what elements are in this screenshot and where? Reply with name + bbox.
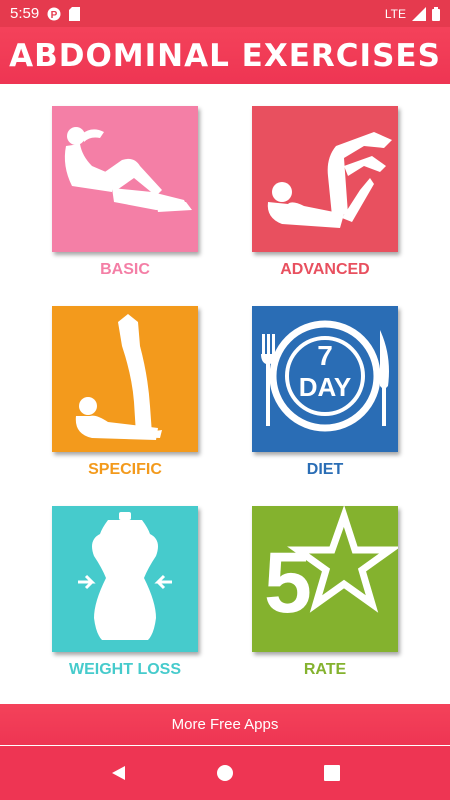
battery-icon <box>432 6 440 21</box>
back-icon[interactable] <box>106 761 130 785</box>
basic-tile[interactable] <box>52 106 198 252</box>
home-icon[interactable] <box>213 761 237 785</box>
menu-grid: BASIC ADVANCED SPECIFIC 7 DAY DIET WEIGH… <box>0 84 450 704</box>
advanced-label[interactable]: ADVANCED <box>225 261 425 279</box>
diet-label[interactable]: DIET <box>225 461 425 479</box>
system-nav-bar <box>0 746 450 800</box>
more-free-apps-label: More Free Apps <box>171 716 279 733</box>
weight-loss-label[interactable]: WEIGHT LOSS <box>25 661 225 679</box>
sd-card-icon <box>69 6 81 21</box>
advanced-tile[interactable] <box>252 106 398 252</box>
diet-plate-number: 7 <box>317 340 333 371</box>
svg-text:P: P <box>51 10 58 21</box>
signal-icon <box>412 6 426 21</box>
diet-plate-text: DAY <box>298 372 352 402</box>
bicycle-crunch-figure-icon <box>252 106 398 252</box>
app-notification-icon: P <box>47 7 61 21</box>
app-header: ABDOMINAL EXERCISES <box>0 27 450 84</box>
rate-number: 5 <box>264 535 312 631</box>
weight-loss-tile[interactable] <box>52 506 198 652</box>
rate-tile[interactable]: 5 <box>252 506 398 652</box>
page-title: ABDOMINAL EXERCISES <box>9 37 441 74</box>
basic-label[interactable]: BASIC <box>25 261 225 279</box>
crunch-figure-icon <box>52 106 198 252</box>
status-time: 5:59 <box>10 5 40 22</box>
specific-tile[interactable] <box>52 306 198 452</box>
leg-raise-figure-icon <box>52 306 198 452</box>
network-type: LTE <box>384 6 406 21</box>
more-free-apps-button[interactable]: More Free Apps <box>0 704 450 746</box>
diet-tile[interactable]: 7 DAY <box>252 306 398 452</box>
mannequin-icon <box>52 506 198 652</box>
rate-label[interactable]: RATE <box>225 661 425 679</box>
specific-label[interactable]: SPECIFIC <box>25 461 225 479</box>
recents-icon[interactable] <box>320 761 344 785</box>
status-bar: 5:59 P LTE <box>0 0 450 27</box>
